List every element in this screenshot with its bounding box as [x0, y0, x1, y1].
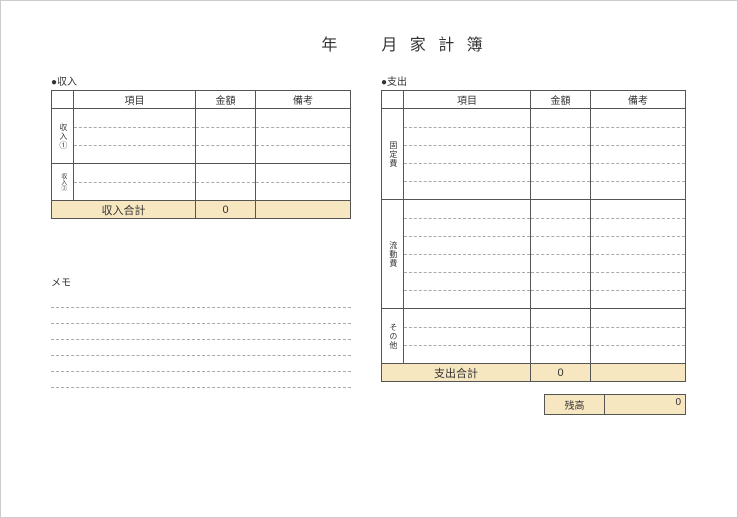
memo-line[interactable] [51, 340, 351, 356]
memo-line[interactable] [51, 372, 351, 388]
expense-g1-amount[interactable] [531, 109, 591, 200]
page-title: 年 月 家 計 簿 [51, 31, 697, 55]
expense-header-row: 項目 金額 備考 [382, 91, 686, 109]
memo-block: メモ [51, 274, 351, 388]
expense-group-fixed: 固定費 [382, 109, 686, 200]
income-total-label: 収入合計 [52, 201, 196, 219]
memo-line[interactable] [51, 292, 351, 308]
expense-group1-label: 固定費 [382, 109, 404, 200]
income-group-1: 収入① [52, 109, 351, 164]
right-column: ●支出 項目 金額 備考 固定費 流動費 [381, 73, 686, 415]
expense-g1-note[interactable] [591, 109, 686, 200]
expense-total-note [591, 364, 686, 382]
income-g1-note[interactable] [256, 109, 351, 164]
expense-g3-note[interactable] [591, 309, 686, 364]
balance-box: 残高 0 [544, 394, 686, 415]
expense-group3-label: その他 [382, 309, 404, 364]
memo-line[interactable] [51, 308, 351, 324]
income-total-note [256, 201, 351, 219]
expense-total-amount: 0 [531, 364, 591, 382]
expense-total-label: 支出合計 [382, 364, 531, 382]
income-group-2: 収入② [52, 164, 351, 201]
balance-amount: 0 [605, 395, 685, 414]
expense-header-note: 備考 [591, 91, 686, 109]
expense-section-label: ●支出 [381, 73, 686, 88]
income-group2-label: 収入② [52, 164, 74, 201]
balance-label: 残高 [545, 395, 605, 414]
expense-table: 項目 金額 備考 固定費 流動費 その他 [381, 90, 686, 382]
income-group1-label: 収入① [52, 109, 74, 164]
expense-g1-item[interactable] [404, 109, 531, 200]
income-header-note: 備考 [256, 91, 351, 109]
balance-row: 残高 0 [381, 394, 686, 415]
expense-group-variable: 流動費 [382, 200, 686, 309]
expense-header-blank [382, 91, 404, 109]
income-header-amount: 金額 [196, 91, 256, 109]
income-g2-item[interactable] [74, 164, 196, 201]
expense-total-row: 支出合計 0 [382, 364, 686, 382]
income-g2-amount[interactable] [196, 164, 256, 201]
expense-header-amount: 金額 [531, 91, 591, 109]
expense-g3-item[interactable] [404, 309, 531, 364]
income-header-blank [52, 91, 74, 109]
income-total-row: 収入合計 0 [52, 201, 351, 219]
expense-header-item: 項目 [404, 91, 531, 109]
income-g1-item[interactable] [74, 109, 196, 164]
income-g1-amount[interactable] [196, 109, 256, 164]
income-total-amount: 0 [196, 201, 256, 219]
kakeibo-sheet: 年 月 家 計 簿 ●収入 項目 金額 備考 収入① [0, 0, 738, 518]
income-header-item: 項目 [74, 91, 196, 109]
expense-group-other: その他 [382, 309, 686, 364]
memo-line[interactable] [51, 324, 351, 340]
income-g2-note[interactable] [256, 164, 351, 201]
memo-line[interactable] [51, 356, 351, 372]
expense-g2-note[interactable] [591, 200, 686, 309]
content-columns: ●収入 項目 金額 備考 収入① 収入② [51, 73, 697, 415]
expense-group2-label: 流動費 [382, 200, 404, 309]
income-header-row: 項目 金額 備考 [52, 91, 351, 109]
expense-g2-amount[interactable] [531, 200, 591, 309]
income-section-label: ●収入 [51, 73, 351, 88]
expense-g3-amount[interactable] [531, 309, 591, 364]
income-table: 項目 金額 備考 収入① 収入② 収入合計 [51, 90, 351, 219]
expense-g2-item[interactable] [404, 200, 531, 309]
left-column: ●収入 項目 金額 備考 収入① 収入② [51, 73, 351, 415]
memo-label: メモ [51, 274, 351, 289]
